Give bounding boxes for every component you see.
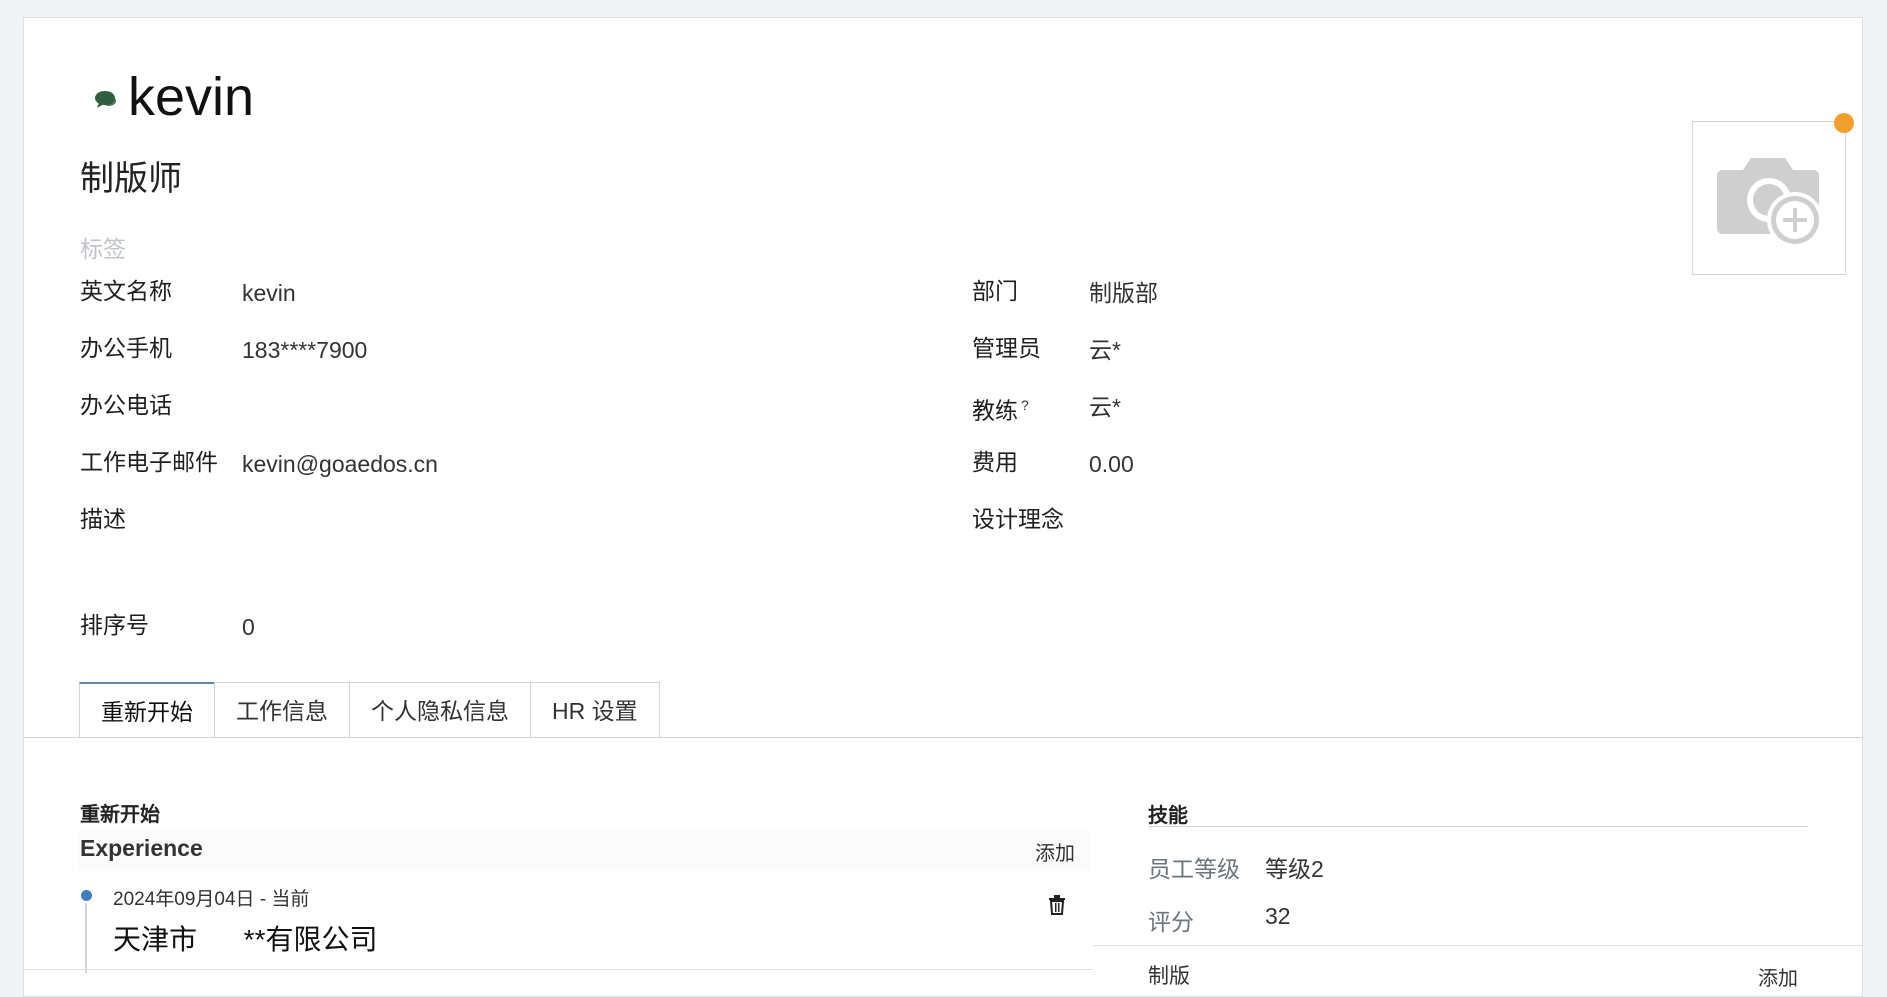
experience-company[interactable]: 天津市 **有限公司: [113, 918, 377, 958]
design-concept-field[interactable]: [1089, 506, 1689, 536]
skill-level-label: 员工等级: [1148, 856, 1240, 882]
experience-heading: Experience: [80, 835, 203, 861]
coach-field[interactable]: 云*: [1089, 392, 1121, 422]
tab-private-info[interactable]: 个人隐私信息: [349, 682, 531, 738]
resume-section-title: 重新开始: [80, 804, 160, 826]
work-phone-field[interactable]: [242, 392, 942, 422]
description-label: 描述: [80, 506, 126, 532]
tab-work-info[interactable]: 工作信息: [214, 682, 350, 738]
experience-divider: [23, 969, 1093, 970]
job-title[interactable]: 制版师: [80, 158, 182, 200]
design-concept-label: 设计理念: [972, 506, 1064, 532]
avatar-upload[interactable]: [1692, 121, 1846, 275]
skill-group-title: 制版: [1148, 965, 1190, 988]
notebook-tabs: 重新开始 工作信息 个人隐私信息 HR 设置: [79, 682, 660, 738]
camera-plus-icon: [1717, 158, 1823, 248]
work-phone-label: 办公电话: [80, 392, 172, 418]
experience-header: [79, 831, 1091, 871]
tab-hr-settings[interactable]: HR 设置: [530, 682, 660, 738]
cost-label: 费用: [972, 449, 1018, 475]
work-mobile-label: 办公手机: [80, 335, 172, 361]
skills-divider: [1148, 826, 1808, 827]
tabs-divider: [23, 737, 1863, 738]
description-field[interactable]: [242, 506, 942, 566]
skill-level-value: 等级2: [1265, 856, 1324, 882]
coach-label-text: 教练: [972, 397, 1018, 424]
help-tooltip-icon[interactable]: ?: [1021, 397, 1029, 413]
work-mobile-field[interactable]: 183****7900: [242, 335, 367, 365]
add-experience-button[interactable]: 添加: [1035, 837, 1075, 866]
trash-icon[interactable]: [1048, 895, 1066, 915]
skill-score-value: 32: [1265, 903, 1291, 929]
avatar-status-badge: [1834, 113, 1854, 133]
sequence-field[interactable]: 0: [242, 612, 255, 642]
skills-bottom-divider: [1093, 945, 1863, 946]
cost-field[interactable]: 0.00: [1089, 449, 1134, 479]
skills-section-title: 技能: [1148, 805, 1188, 827]
sequence-label: 排序号: [80, 612, 149, 638]
chat-status-icon[interactable]: [93, 89, 117, 109]
skill-score-label: 评分: [1148, 909, 1194, 935]
department-label: 部门: [972, 278, 1018, 304]
manager-label: 管理员: [972, 335, 1041, 361]
timeline-dot: [81, 890, 92, 901]
manager-field[interactable]: 云*: [1089, 335, 1121, 365]
department-field[interactable]: 制版部: [1089, 278, 1158, 308]
experience-date: 2024年09月04日 - 当前: [113, 889, 310, 910]
english-name-label: 英文名称: [80, 278, 172, 304]
coach-label: 教练?: [972, 390, 1029, 426]
english-name-field[interactable]: kevin: [242, 278, 296, 308]
add-skill-button[interactable]: 添加: [1758, 962, 1798, 991]
work-email-label: 工作电子邮件: [80, 449, 218, 475]
tags-input[interactable]: 标签: [80, 230, 126, 264]
work-email-field[interactable]: kevin@goaedos.cn: [242, 449, 438, 479]
employee-name[interactable]: kevin: [128, 62, 254, 132]
tab-resume[interactable]: 重新开始: [79, 682, 215, 738]
timeline-line: [85, 903, 87, 973]
